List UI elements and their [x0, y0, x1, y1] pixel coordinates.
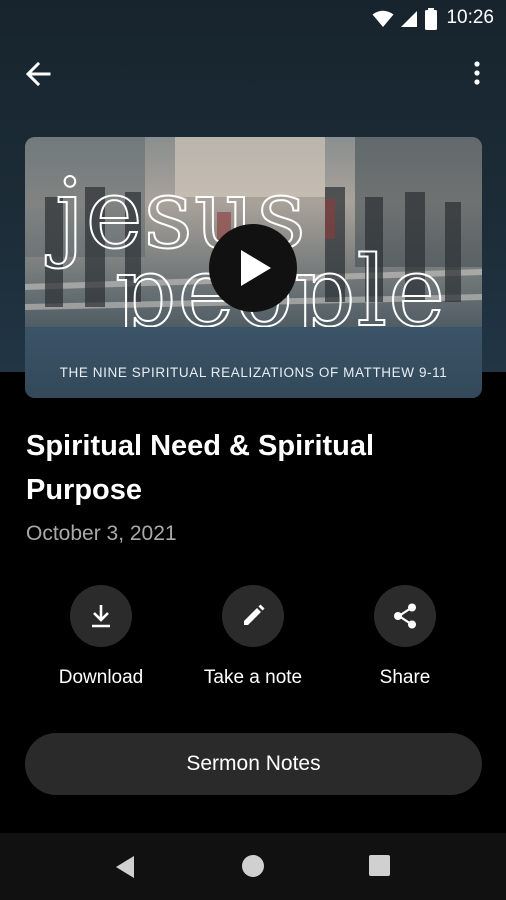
- play-icon: [241, 250, 271, 286]
- share-button[interactable]: [374, 585, 436, 647]
- back-button[interactable]: [24, 60, 56, 88]
- share-action[interactable]: Share: [330, 585, 480, 689]
- share-label: Share: [379, 667, 431, 688]
- take-note-button[interactable]: [222, 585, 284, 647]
- nav-home-icon[interactable]: [242, 855, 264, 877]
- play-button[interactable]: [209, 224, 297, 312]
- nav-recents-icon[interactable]: [369, 855, 390, 876]
- share-icon: [394, 603, 416, 629]
- sermon-title: Spiritual Need & Spiritual Purpose: [26, 430, 375, 506]
- video-thumbnail[interactable]: jesus people THE NINE SPIRITUAL REALIZAT…: [25, 137, 482, 398]
- sermon-date: October 3, 2021: [26, 522, 177, 545]
- status-time: 10:26: [446, 7, 494, 28]
- series-subtitle: THE NINE SPIRITUAL REALIZATIONS OF MATTH…: [59, 365, 448, 380]
- app-bar: [0, 50, 506, 98]
- download-action[interactable]: Download: [26, 585, 176, 689]
- take-note-action[interactable]: Take a note: [178, 585, 328, 689]
- arrow-left-icon: [25, 61, 51, 87]
- more-options-button[interactable]: [468, 60, 486, 88]
- status-icons: [372, 8, 438, 30]
- wifi-icon: [372, 10, 394, 27]
- system-navigation-bar: [0, 833, 506, 900]
- download-label: Download: [58, 667, 144, 688]
- series-banner: [25, 327, 482, 398]
- nav-back-icon[interactable]: [114, 855, 136, 879]
- status-bar: 10:26: [0, 0, 506, 36]
- more-vertical-icon: [474, 61, 480, 85]
- battery-icon: [425, 8, 437, 30]
- signal-icon: [401, 11, 417, 27]
- sermon-notes-button[interactable]: Sermon Notes: [25, 733, 482, 795]
- download-icon: [92, 605, 110, 628]
- pencil-icon: [244, 604, 265, 625]
- take-note-label: Take a note: [203, 667, 303, 688]
- download-button[interactable]: [70, 585, 132, 647]
